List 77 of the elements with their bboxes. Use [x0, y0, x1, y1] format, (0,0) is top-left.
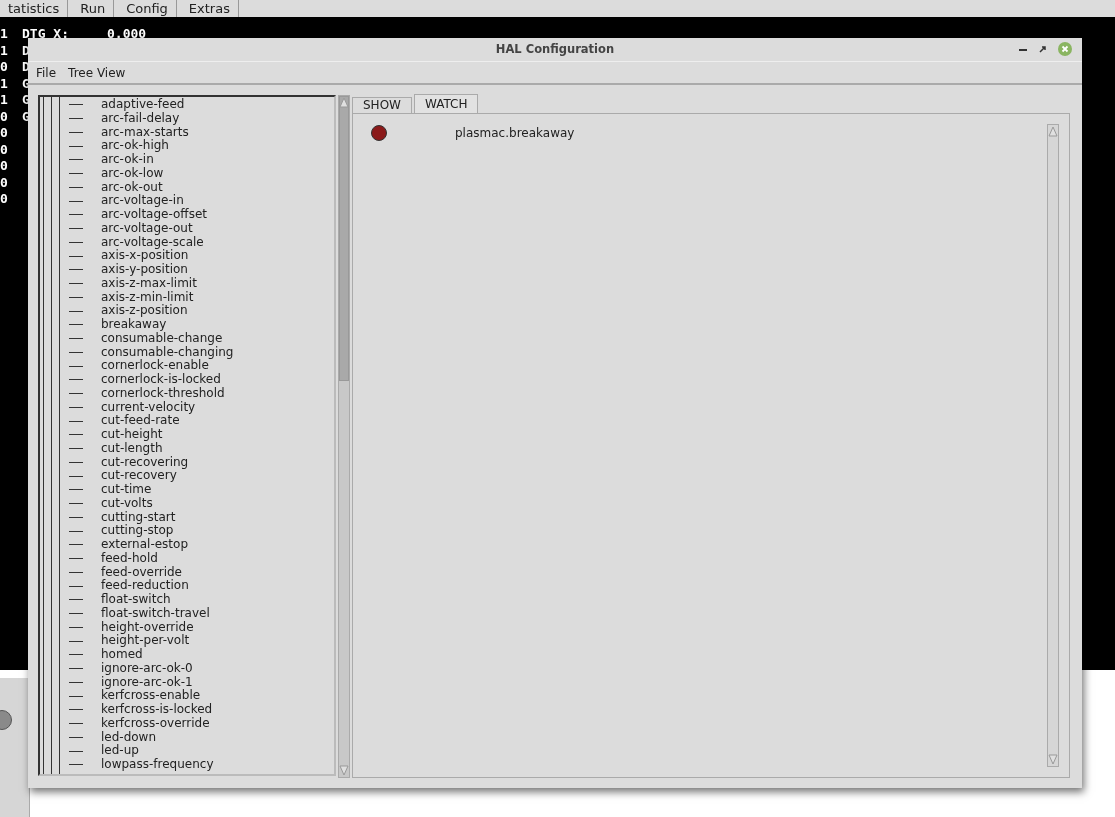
- window-title: HAL Configuration: [495, 40, 615, 58]
- tree-item[interactable]: consumable-change: [101, 331, 223, 346]
- scroll-up-icon[interactable]: [1048, 125, 1058, 137]
- tree-item[interactable]: axis-x-position: [101, 249, 189, 263]
- tree-item[interactable]: feed-hold: [101, 551, 158, 566]
- tree-item[interactable]: led-down: [101, 730, 157, 745]
- tree-item[interactable]: arc-max-starts: [101, 125, 189, 140]
- tree-item[interactable]: height-override: [101, 620, 194, 635]
- tree-item[interactable]: external-estop: [101, 538, 188, 552]
- signal-name: plasmac.breakaway: [455, 125, 575, 142]
- tree-item[interactable]: arc-ok-in: [101, 153, 154, 167]
- tree-item[interactable]: led-up: [101, 744, 139, 758]
- tree-item[interactable]: adaptive-feed: [101, 98, 185, 112]
- tree-item[interactable]: ignore-arc-ok-1: [101, 675, 193, 690]
- restore-icon[interactable]: [1039, 45, 1046, 53]
- tree-item[interactable]: cutting-start: [101, 510, 176, 525]
- tree-item[interactable]: axis-z-min-limit: [101, 290, 194, 305]
- tree-item[interactable]: kerfcross-is-locked: [101, 703, 213, 717]
- tree-item[interactable]: kerfcross-enable: [101, 689, 201, 703]
- tree-item[interactable]: axis-y-position: [101, 263, 188, 277]
- status-label: DTG X:: [22, 26, 70, 43]
- menu-item[interactable]: File: [32, 63, 61, 82]
- tree-item[interactable]: feed-override: [101, 565, 182, 580]
- tree-item[interactable]: cut-recovering: [101, 455, 189, 470]
- status-value: 1: [0, 26, 9, 43]
- tree-item[interactable]: kerfcross-override: [101, 716, 210, 731]
- scroll-up-icon[interactable]: [339, 96, 349, 108]
- status-value: 0: [0, 158, 9, 175]
- tree-item[interactable]: float-switch: [101, 593, 171, 607]
- tree-item[interactable]: cut-volts: [101, 496, 153, 511]
- tree-item[interactable]: consumable-changing: [101, 345, 234, 360]
- tree-item[interactable]: arc-voltage-scale: [101, 235, 204, 250]
- tree-item[interactable]: arc-ok-out: [101, 180, 163, 195]
- tree-item[interactable]: arc-ok-high: [101, 139, 169, 153]
- tree-item[interactable]: current-velocity: [101, 400, 196, 415]
- status-value: 1: [0, 42, 9, 59]
- tree-item[interactable]: breakaway: [101, 318, 167, 332]
- tree-item[interactable]: cut-time: [101, 483, 152, 497]
- tree-item[interactable]: cornerlock-threshold: [101, 386, 225, 401]
- tree-item[interactable]: arc-fail-delay: [101, 111, 180, 126]
- tree-item[interactable]: cornerlock-is-locked: [101, 373, 221, 387]
- tree-item[interactable]: homed: [101, 648, 143, 662]
- tab[interactable]: WATCH: [413, 94, 479, 113]
- tree-item[interactable]: axis-z-max-limit: [101, 276, 197, 291]
- status-value: 1: [0, 75, 9, 92]
- status-reading: 0.000: [107, 26, 147, 43]
- status-value: 1: [0, 92, 9, 109]
- tree-item[interactable]: axis-z-position: [101, 304, 188, 318]
- tree-item[interactable]: cut-height: [101, 428, 163, 442]
- scrollbar[interactable]: [338, 95, 350, 778]
- tree-item[interactable]: cutting-stop: [101, 524, 174, 538]
- tree-item[interactable]: arc-voltage-in: [101, 194, 184, 208]
- tree-item[interactable]: arc-voltage-out: [101, 221, 193, 236]
- tree-item[interactable]: cut-recovery: [101, 469, 177, 483]
- status-value: 0: [0, 59, 9, 76]
- status-value: 0: [0, 191, 9, 208]
- close-icon[interactable]: [1058, 42, 1072, 56]
- scrollbar[interactable]: [1047, 124, 1059, 767]
- tree-item[interactable]: height-per-volt: [101, 634, 190, 648]
- tree-item[interactable]: lowpass-frequency: [101, 758, 214, 772]
- tree-item[interactable]: arc-ok-low: [101, 166, 164, 181]
- status-value: 0: [0, 125, 9, 142]
- tree-item[interactable]: float-switch-travel: [101, 606, 210, 621]
- tab[interactable]: SHOW: [352, 97, 412, 113]
- tree-item[interactable]: feed-reduction: [101, 579, 189, 593]
- status-value: 0: [0, 174, 9, 191]
- menu-item[interactable]: Tree View: [64, 63, 130, 82]
- tree-item[interactable]: arc-voltage-offset: [101, 208, 207, 222]
- tree-item[interactable]: ignore-arc-ok-0: [101, 661, 193, 676]
- status-value: 0: [0, 141, 9, 158]
- scroll-down-icon[interactable]: [339, 765, 349, 777]
- minimize-icon[interactable]: [1019, 47, 1027, 51]
- tree-item[interactable]: cut-length: [101, 441, 163, 456]
- tree-item[interactable]: cut-feed-rate: [101, 414, 180, 428]
- status-value: 0: [0, 108, 9, 125]
- tree-item[interactable]: cornerlock-enable: [101, 359, 209, 373]
- scroll-down-icon[interactable]: [1048, 754, 1058, 766]
